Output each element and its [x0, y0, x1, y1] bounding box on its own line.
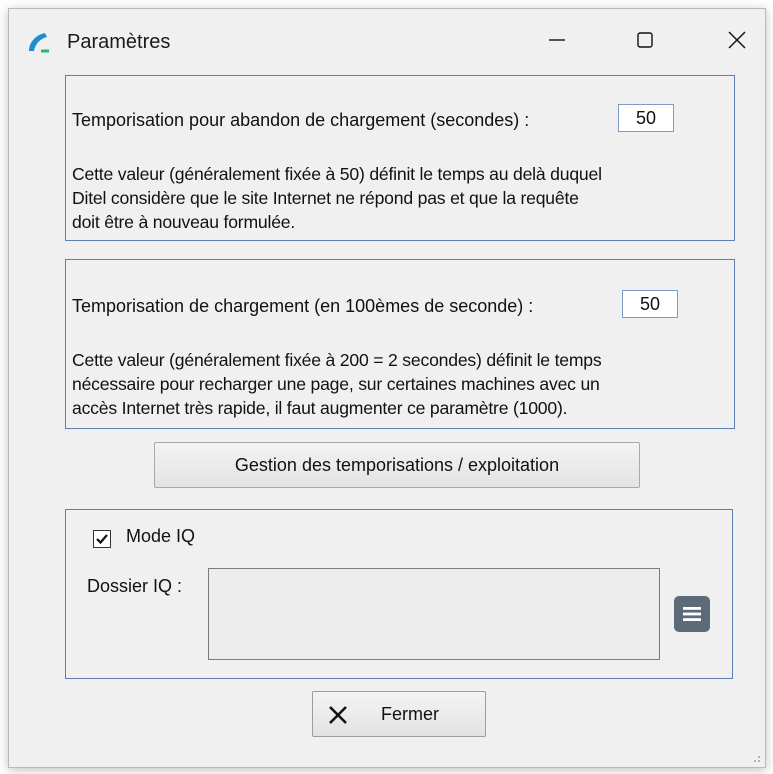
resize-grip-icon[interactable] — [749, 751, 761, 763]
abandon-timeout-label: Temporisation pour abandon de chargement… — [72, 110, 530, 130]
parametres-dialog: Paramètres Temporisation pour abandon de… — [8, 8, 766, 768]
folder-iq-label: Dossier IQ : — [87, 576, 183, 596]
description-line: Cette valeur (généralement fixée à 50) d… — [72, 164, 602, 184]
list-icon — [683, 607, 701, 621]
fermer-button[interactable]: Fermer — [312, 691, 486, 737]
fermer-label: Fermer — [381, 704, 439, 724]
title-bar[interactable]: Paramètres — [9, 9, 765, 71]
minimize-button[interactable] — [531, 17, 583, 63]
abandon-timeout-input[interactable]: 50 — [618, 104, 674, 132]
iq-group: Mode IQ Dossier IQ : — [65, 509, 733, 679]
description-line: doit être à nouveau formulée. — [72, 212, 296, 232]
description-line: nécessaire pour recharger une page, sur … — [72, 374, 600, 394]
minimize-icon — [549, 39, 565, 41]
mode-iq-checkbox[interactable] — [93, 530, 111, 548]
browse-folder-button[interactable] — [674, 596, 710, 632]
x-icon — [329, 706, 347, 724]
maximize-icon — [637, 32, 653, 48]
ditel-app-icon — [29, 33, 49, 53]
maximize-button[interactable] — [619, 17, 671, 63]
description-line: accès Internet très rapide, il faut augm… — [72, 398, 568, 418]
description-line: Ditel considère que le site Internet ne … — [72, 188, 579, 208]
close-icon — [728, 31, 746, 49]
manage-timeouts-button[interactable]: Gestion des temporisations / exploitatio… — [154, 442, 640, 488]
folder-iq-field[interactable] — [208, 568, 660, 660]
close-window-button[interactable] — [711, 17, 763, 63]
loading-timeout-group: Temporisation de chargement (en 100èmes … — [65, 259, 735, 429]
mode-iq-label[interactable]: Mode IQ — [126, 526, 195, 547]
loading-timeout-input[interactable]: 50 — [622, 290, 678, 318]
checkmark-icon — [96, 534, 108, 545]
loading-timeout-description: Cette valeur (généralement fixée à 200 =… — [72, 348, 602, 420]
description-line: Cette valeur (généralement fixée à 200 =… — [72, 350, 602, 370]
abandon-timeout-group: Temporisation pour abandon de chargement… — [65, 75, 735, 241]
window-title: Paramètres — [67, 31, 171, 53]
abandon-timeout-description: Cette valeur (généralement fixée à 50) d… — [72, 162, 602, 234]
loading-timeout-label: Temporisation de chargement (en 100èmes … — [72, 296, 534, 316]
